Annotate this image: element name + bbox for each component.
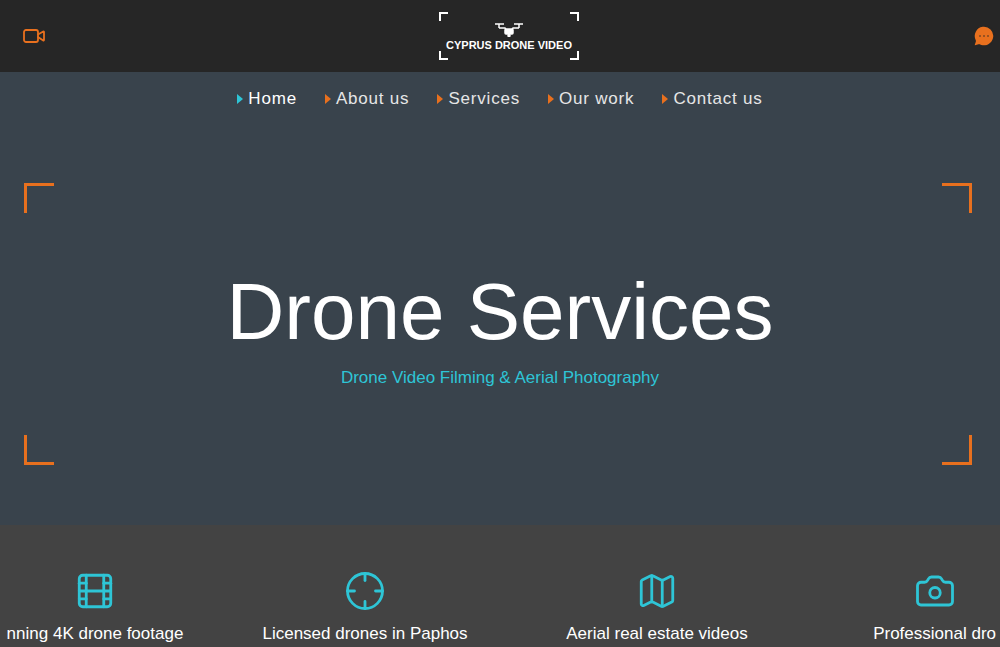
nav-marker-icon xyxy=(437,94,443,104)
feature-item: Aerial real estate videos xyxy=(540,525,774,647)
top-bar: CYPRUS DRONE VIDEO xyxy=(0,0,1000,72)
nav-marker-icon xyxy=(662,94,668,104)
nav-item[interactable]: About us xyxy=(325,86,410,112)
chat-icon[interactable] xyxy=(972,24,996,48)
film-icon xyxy=(74,570,116,612)
video-camera-icon[interactable] xyxy=(22,24,46,48)
features-strip: nning 4K drone footage Licensed drones in… xyxy=(0,525,1000,647)
hero-title: Drone Services xyxy=(227,272,774,352)
nav-item[interactable]: Our work xyxy=(548,86,634,112)
feature-label: Licensed drones in Paphos xyxy=(262,624,467,644)
logo-corner xyxy=(439,51,448,60)
crosshair-icon xyxy=(344,570,386,612)
nav-marker-icon xyxy=(548,94,554,104)
nav-item[interactable]: Services xyxy=(437,86,520,112)
feature-item: nning 4K drone footage xyxy=(0,525,190,647)
frame-corner xyxy=(24,183,54,213)
feature-label: nning 4K drone footage xyxy=(7,624,184,644)
drone-icon xyxy=(493,21,525,37)
feature-label: Professional dro xyxy=(873,624,996,644)
nav-marker-icon xyxy=(325,94,331,104)
camera-icon xyxy=(914,570,956,612)
logo-corner xyxy=(439,12,448,21)
nav-item[interactable]: Contact us xyxy=(662,86,762,112)
hero-subtitle: Drone Video Filming & Aerial Photography xyxy=(341,368,659,388)
nav-marker-icon xyxy=(237,94,243,104)
logo-corner xyxy=(570,51,579,60)
feature-item: Professional dro xyxy=(774,525,1000,647)
page: CYPRUS DRONE VIDEO Home About us Services Ou… xyxy=(0,0,1000,647)
logo-corner xyxy=(570,12,579,21)
frame-corner xyxy=(942,183,972,213)
hero: Home About us Services Our work Contact us Dr… xyxy=(0,72,1000,525)
feature-label: Aerial real estate videos xyxy=(566,624,747,644)
frame-corner xyxy=(942,435,972,465)
logo-text: CYPRUS DRONE VIDEO xyxy=(446,40,572,51)
logo[interactable]: CYPRUS DRONE VIDEO xyxy=(439,12,579,60)
feature-item: Licensed drones in Paphos xyxy=(190,525,540,647)
nav-item[interactable]: Home xyxy=(237,86,297,112)
frame-corner xyxy=(24,435,54,465)
map-icon xyxy=(636,570,678,612)
main-nav: Home About us Services Our work Contact us xyxy=(237,72,762,112)
